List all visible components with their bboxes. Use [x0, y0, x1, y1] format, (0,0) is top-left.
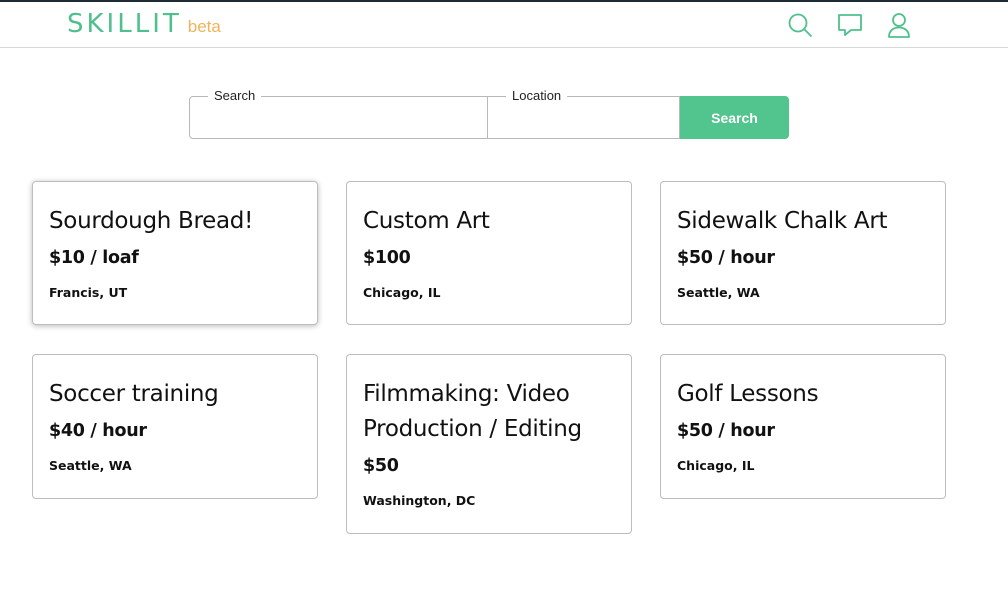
listing-price: $10 / loaf	[49, 248, 139, 268]
user-icon[interactable]	[885, 11, 913, 39]
listing-card[interactable]: Filmmaking: Video Production / Editing $…	[346, 354, 632, 534]
listing-title: Soccer training	[49, 381, 219, 407]
listing-location: Francis, UT	[49, 285, 128, 300]
listing-card[interactable]: Soccer training $40 / hour Seattle, WA	[32, 354, 318, 499]
search-bar: Search Location Search	[189, 88, 789, 139]
listing-title: Custom Art	[363, 208, 490, 234]
listing-price: $50 / hour	[677, 421, 775, 441]
location-input[interactable]	[488, 97, 679, 138]
listing-location: Chicago, IL	[677, 458, 755, 473]
listing-location: Seattle, WA	[677, 285, 760, 300]
listing-title: Sidewalk Chalk Art	[677, 208, 888, 234]
listing-price: $40 / hour	[49, 421, 147, 441]
listing-card[interactable]: Sidewalk Chalk Art $50 / hour Seattle, W…	[660, 181, 946, 325]
app-header: SKILLIT beta	[0, 2, 1008, 48]
listing-location: Chicago, IL	[363, 285, 441, 300]
listing-card[interactable]: Sourdough Bread! $10 / loaf Francis, UT	[32, 181, 318, 325]
search-input[interactable]	[190, 97, 487, 138]
listing-title: Filmmaking: Video Production / Editing	[363, 381, 582, 442]
brand-logo[interactable]: SKILLIT beta	[67, 9, 221, 39]
search-field[interactable]: Search	[189, 88, 488, 139]
listing-price: $50 / hour	[677, 248, 775, 268]
listing-location: Seattle, WA	[49, 458, 132, 473]
brand-name: SKILLIT	[67, 9, 182, 39]
listing-card[interactable]: Golf Lessons $50 / hour Chicago, IL	[660, 354, 946, 499]
listing-price: $100	[363, 248, 411, 268]
listing-title: Sourdough Bread!	[49, 208, 254, 234]
chat-icon[interactable]	[836, 11, 864, 39]
beta-tag: beta	[187, 17, 221, 36]
listing-title: Golf Lessons	[677, 381, 819, 407]
location-field[interactable]: Location	[487, 88, 680, 139]
search-button[interactable]: Search	[680, 96, 789, 139]
listing-card[interactable]: Custom Art $100 Chicago, IL	[346, 181, 632, 325]
listing-location: Washington, DC	[363, 493, 476, 508]
search-icon[interactable]	[786, 11, 814, 39]
listing-price: $50	[363, 456, 399, 476]
